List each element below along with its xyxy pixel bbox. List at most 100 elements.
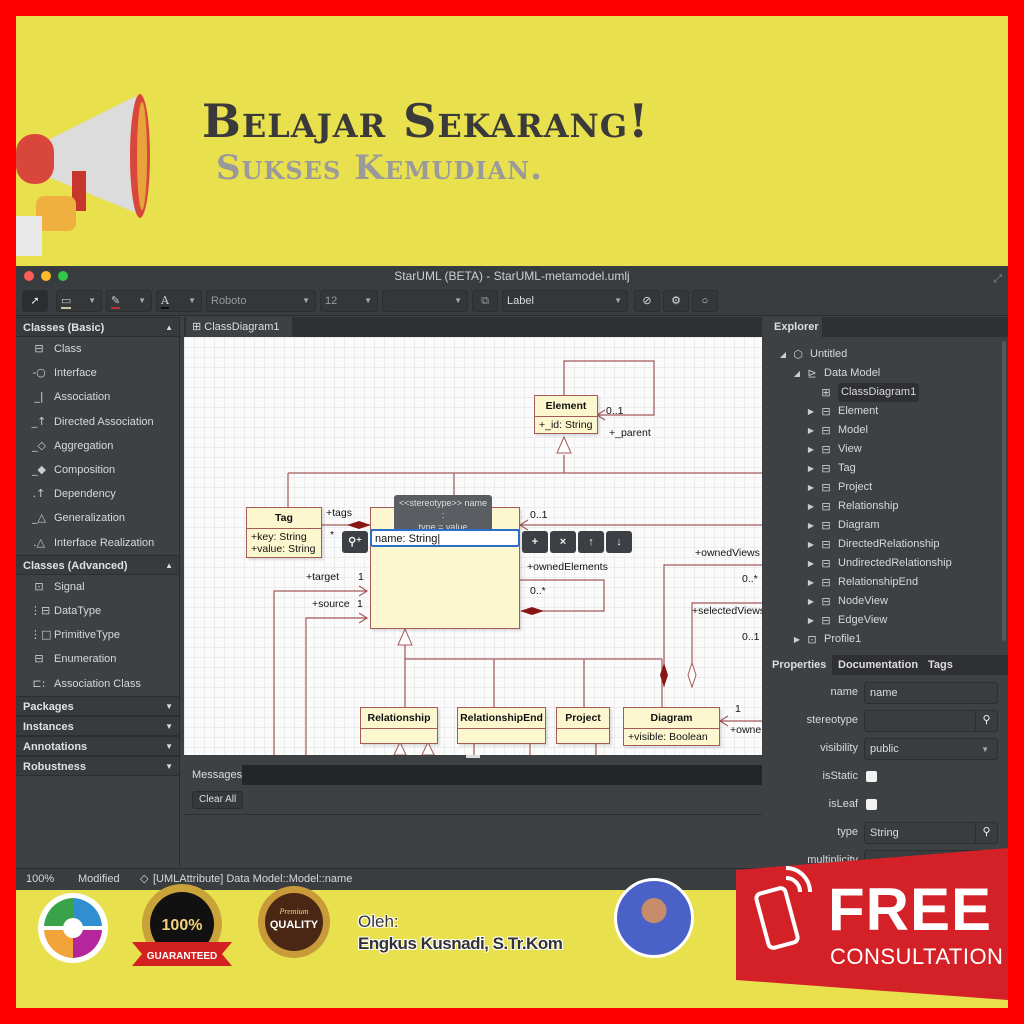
palette-item-signal[interactable]: ⊡ Signal [16, 575, 179, 599]
tree-item-tag[interactable]: ▶ ⊟ Tag [804, 459, 856, 478]
tree-item-undirectedrelationship[interactable]: ▶ ⊟ UndirectedRelationship [804, 554, 952, 573]
class-project[interactable]: Project [556, 707, 610, 744]
palette-item-generalization[interactable]: _△ Generalization [16, 506, 179, 530]
palette-item-interface-realization[interactable]: .△ Interface Realization [16, 531, 179, 555]
diagram-canvas[interactable]: Element +_id: String Tag +key: String +v… [184, 337, 762, 755]
class-attribute[interactable]: +key: String [251, 531, 317, 543]
tree-item-project[interactable]: ▶ ⊟ Project [804, 478, 872, 497]
add-stereotype-button[interactable]: ⚲⁺ [342, 531, 368, 553]
expand-arrow-icon[interactable]: ▶ [804, 497, 818, 516]
zoom-level[interactable]: 100% [26, 869, 54, 889]
tree-item-edgeview[interactable]: ▶ ⊟ EdgeView [804, 611, 887, 630]
class-relationshipend[interactable]: RelationshipEnd [457, 707, 546, 744]
suppress-attributes-button[interactable]: ⊘ [634, 290, 660, 312]
tree-item-relationshipend[interactable]: ▶ ⊟ RelationshipEnd [804, 573, 918, 592]
collapse-arrow-icon[interactable]: ◢ [790, 364, 804, 383]
maximize-window-button[interactable] [58, 271, 68, 281]
expand-arrow-icon[interactable]: ▶ [804, 554, 818, 573]
tree-item-profile1[interactable]: ▶ ⊡ Profile1 [790, 630, 861, 649]
tab-classdiagram1[interactable]: ⊞ ClassDiagram1 ✕ [186, 317, 292, 353]
stereotype-field[interactable]: ⚲ [864, 710, 998, 732]
expand-arrow-icon[interactable]: ▶ [804, 440, 818, 459]
line-style-select[interactable]: ▼ [382, 290, 468, 312]
class-element[interactable]: Element +_id: String [534, 395, 598, 434]
line-color-button[interactable]: ✎ ▼ [106, 290, 152, 312]
tree-item-data-model[interactable]: ◢ ⊵ Data Model [790, 364, 880, 383]
tab-properties[interactable]: Properties [766, 655, 833, 675]
palette-item-composition[interactable]: _◆ Composition [16, 458, 179, 482]
tree-item-classdiagram1[interactable]: ⊞ ClassDiagram1 [804, 383, 920, 402]
class-diagram[interactable]: Diagram +visible: Boolean [623, 707, 720, 746]
tree-item-diagram[interactable]: ▶ ⊟ Diagram [804, 516, 880, 535]
expand-arrow-icon[interactable]: ▶ [804, 459, 818, 478]
search-icon[interactable]: ⚲ [975, 822, 997, 844]
tree-item-relationship[interactable]: ▶ ⊟ Relationship [804, 497, 899, 516]
expand-arrow-icon[interactable]: ▶ [790, 630, 804, 649]
class-tag[interactable]: Tag +key: String +value: String [246, 507, 322, 558]
class-attribute[interactable]: +value: String [251, 543, 317, 555]
expand-arrow-icon[interactable]: ▶ [804, 421, 818, 440]
expand-arrow-icon[interactable]: ▶ [804, 535, 818, 554]
font-size-select[interactable]: 12 ▼ [320, 290, 378, 312]
tab-tags[interactable]: Tags [922, 655, 959, 675]
tree-item-untitled[interactable]: ◢ ⬡ Untitled [776, 345, 847, 364]
clear-all-button[interactable]: Clear All [192, 791, 244, 809]
select-tool-button[interactable]: ➚ [22, 290, 48, 312]
palette-item-directed-association[interactable]: _↑ Directed Association [16, 410, 179, 434]
expand-arrow-icon[interactable]: ▶ [804, 592, 818, 611]
tab-messages[interactable]: Messages [184, 765, 242, 785]
fill-color-button[interactable]: ▭ ▼ [56, 290, 102, 312]
palette-section-annotations[interactable]: Annotations ▼ [16, 735, 179, 756]
isstatic-checkbox[interactable] [866, 771, 877, 782]
expand-arrow-icon[interactable]: ▶ [804, 573, 818, 592]
font-family-select[interactable]: Roboto ▼ [206, 290, 316, 312]
expand-arrow-icon[interactable]: ▶ [804, 478, 818, 497]
label-mode-select[interactable]: Label ▼ [502, 290, 628, 312]
move-up-button[interactable]: ↑ [578, 531, 604, 553]
show-operations-button[interactable]: ⚙ [663, 290, 689, 312]
palette-section-instances[interactable]: Instances ▼ [16, 715, 179, 736]
close-window-button[interactable] [24, 271, 34, 281]
palette-item-aggregation[interactable]: _◇ Aggregation [16, 434, 179, 458]
palette-section-classes-basic[interactable]: Classes (Basic) ▲ [16, 317, 179, 337]
delete-attribute-button[interactable]: × [550, 531, 576, 553]
isleaf-checkbox[interactable] [866, 799, 877, 810]
tab-documentation[interactable]: Documentation [832, 655, 924, 675]
auto-resize-button[interactable]: ⧉ [472, 290, 498, 312]
tree-item-nodeview[interactable]: ▶ ⊟ NodeView [804, 592, 888, 611]
palette-item-class[interactable]: ⊟ Class [16, 337, 179, 361]
visibility-select[interactable]: public ▼ [864, 738, 998, 760]
palette-section-robustness[interactable]: Robustness ▼ [16, 755, 179, 776]
palette-item-association[interactable]: _| Association [16, 385, 179, 409]
palette-item-enumeration[interactable]: ⊟ Enumeration [16, 647, 179, 671]
font-color-button[interactable]: A ▼ [156, 290, 202, 312]
tree-item-model[interactable]: ▶ ⊟ Model [804, 421, 868, 440]
class-attribute[interactable]: +_id: String [535, 417, 597, 433]
palette-item-association-class[interactable]: ⊏: Association Class [16, 671, 179, 695]
expand-arrow-icon[interactable]: ▶ [804, 611, 818, 630]
palette-item-dependency[interactable]: .↑ Dependency [16, 482, 179, 506]
add-attribute-button[interactable]: + [522, 531, 548, 553]
collapse-arrow-icon[interactable]: ◢ [776, 345, 790, 364]
inline-edit-input[interactable]: name: String| [370, 529, 520, 547]
cta-consultation-text[interactable]: CONSULTATION [830, 944, 1003, 970]
name-field[interactable]: name [864, 682, 998, 704]
tree-item-directedrelationship[interactable]: ▶ ⊟ DirectedRelationship [804, 535, 940, 554]
explorer-scrollbar[interactable] [1002, 341, 1006, 641]
class-relationship[interactable]: Relationship [360, 707, 438, 744]
search-icon[interactable]: ⚲ [975, 710, 997, 732]
expand-arrow-icon[interactable]: ▶ [804, 516, 818, 535]
show-settings-button[interactable]: ○ [692, 290, 718, 312]
move-down-button[interactable]: ↓ [606, 531, 632, 553]
palette-item-datatype[interactable]: ⋮⊟ DataType [16, 599, 179, 623]
type-field[interactable]: String ⚲ [864, 822, 998, 844]
minimize-window-button[interactable] [41, 271, 51, 281]
palette-section-packages[interactable]: Packages ▼ [16, 695, 179, 716]
splitter-handle[interactable] [466, 755, 480, 758]
tab-explorer[interactable]: Explorer [766, 317, 822, 337]
expand-arrow-icon[interactable]: ▶ [804, 402, 818, 421]
palette-item-interface[interactable]: -○ Interface [16, 361, 179, 385]
palette-item-primitivetype[interactable]: ⋮□ PrimitiveType [16, 623, 179, 647]
class-attribute[interactable]: +visible: Boolean [624, 729, 719, 745]
tree-item-view[interactable]: ▶ ⊟ View [804, 440, 862, 459]
